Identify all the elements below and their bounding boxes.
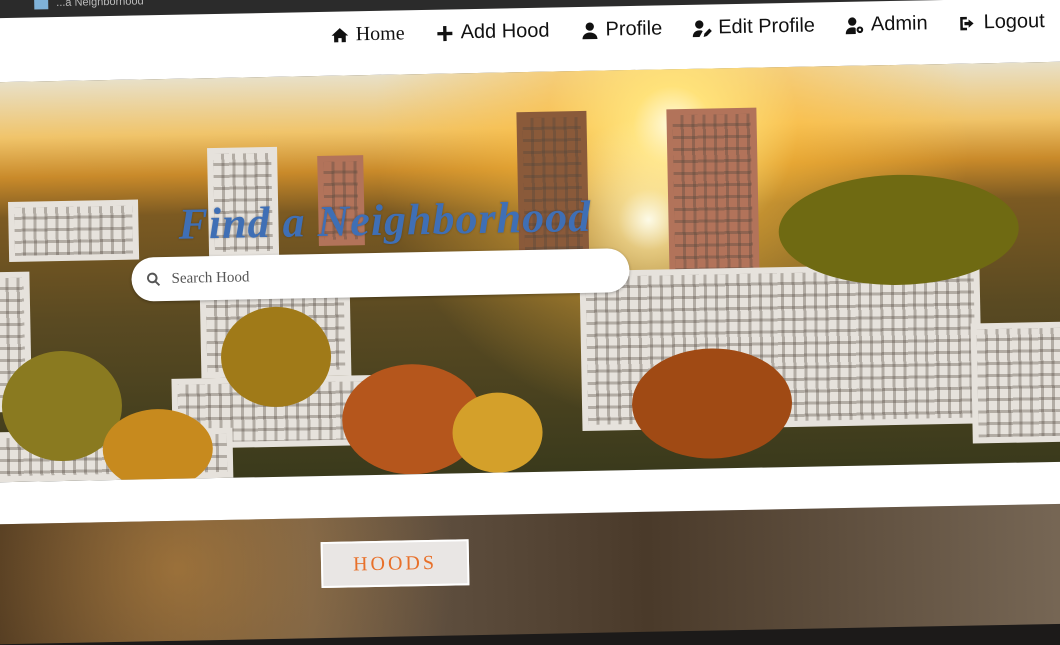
hoods-section-background xyxy=(0,503,1060,645)
nav-edit-profile[interactable]: Edit Profile xyxy=(692,14,815,39)
plus-icon xyxy=(437,25,453,41)
tab-title[interactable]: ...a Neighborhood xyxy=(56,0,144,9)
home-icon xyxy=(331,27,349,42)
sign-out-icon xyxy=(959,16,974,30)
nav-home-label: Home xyxy=(355,22,405,46)
nav-logout-label: Logout xyxy=(983,10,1045,34)
nav-admin[interactable]: Admin xyxy=(845,12,928,37)
nav-add-hood-label: Add Hood xyxy=(460,19,550,44)
hero-banner: Find a Neighborhood xyxy=(0,61,1060,483)
nav-profile[interactable]: Profile xyxy=(579,17,662,42)
search-input[interactable] xyxy=(169,260,614,289)
nav-edit-profile-label: Edit Profile xyxy=(717,14,816,39)
user-icon xyxy=(582,21,598,39)
nav-logout[interactable]: Logout xyxy=(957,10,1045,35)
nav-home[interactable]: Home xyxy=(330,22,405,46)
hero-title: Find a Neighborhood xyxy=(178,191,592,249)
building xyxy=(970,321,1060,444)
tree xyxy=(451,391,544,474)
building xyxy=(8,199,140,262)
tree xyxy=(630,346,794,461)
tab-favicon-icon xyxy=(34,0,49,10)
nav-add-hood[interactable]: Add Hood xyxy=(434,19,550,45)
tree xyxy=(777,172,1020,288)
nav-admin-label: Admin xyxy=(870,12,928,36)
user-cog-icon xyxy=(845,16,864,34)
page: ...a Neighborhood Home Add Hood Profile … xyxy=(0,0,1060,645)
user-edit-icon xyxy=(693,19,713,37)
hoods-heading-button[interactable]: HOODS xyxy=(320,539,470,589)
search-icon xyxy=(147,272,161,286)
building xyxy=(666,107,760,280)
nav-profile-label: Profile xyxy=(605,17,663,41)
nav-links: Home Add Hood Profile Edit Profile Admin… xyxy=(330,10,1045,47)
